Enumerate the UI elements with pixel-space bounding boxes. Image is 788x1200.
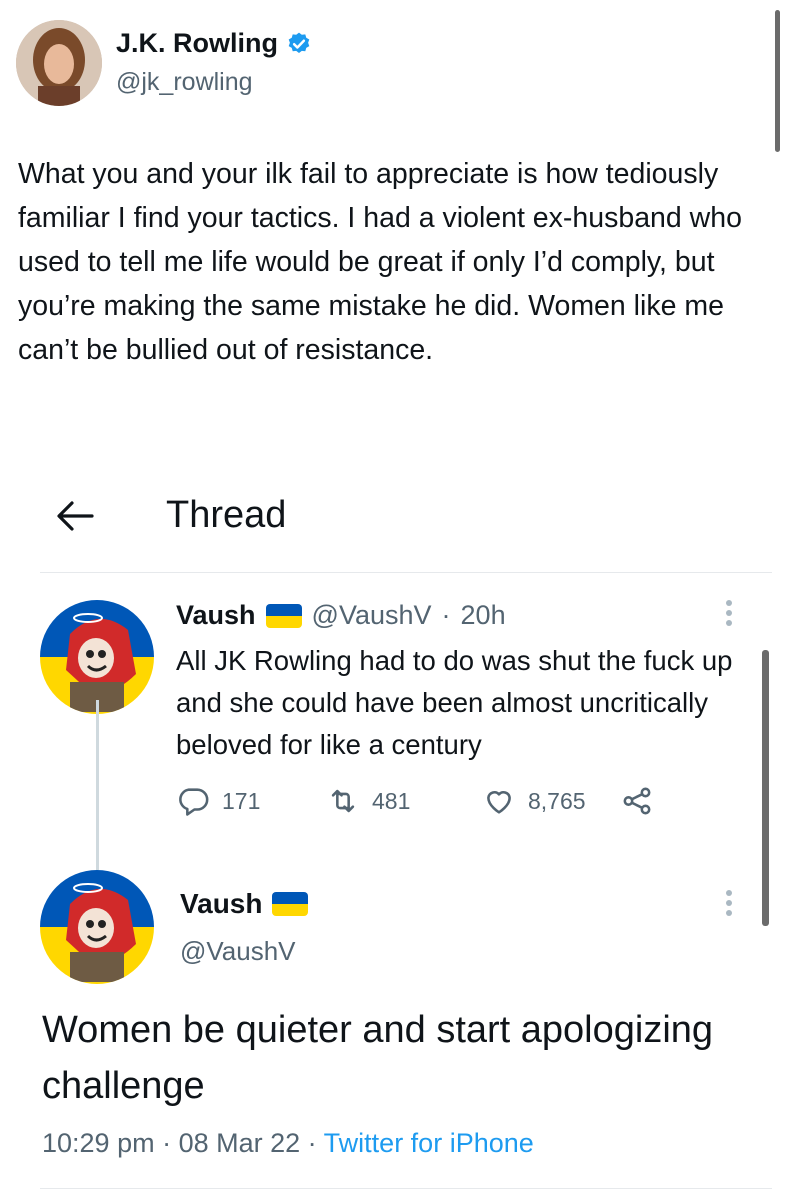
thread-title: Thread [166, 494, 287, 536]
author-name[interactable]: J.K. Rowling [116, 28, 278, 59]
main-tweet-meta: 10:29 pm · 08 Mar 22 · Twitter for iPhon… [42, 1128, 534, 1159]
share-button[interactable] [620, 784, 654, 818]
reply-author-handle[interactable]: @VaushV [312, 600, 432, 631]
reply-text: All JK Rowling had to do was shut the fu… [176, 645, 733, 760]
main-author-name-row: Vaush [180, 888, 309, 920]
tweet-date: 08 Mar 22 [178, 1128, 301, 1158]
reply-header: Vaush @VaushV · 20h [176, 600, 506, 631]
more-options-icon[interactable] [724, 600, 734, 634]
retweet-count: 481 [372, 787, 411, 814]
main-tweet-text: Women be quieter and start apologizing c… [42, 1009, 714, 1107]
reply-button[interactable]: 171 [176, 784, 260, 818]
verified-badge-icon [288, 32, 310, 53]
main-author-name[interactable]: Vaush [180, 888, 262, 920]
author-name-row: J.K. Rowling [116, 28, 312, 59]
retweet-icon [331, 789, 355, 813]
tweet-time: 10:29 pm [42, 1128, 155, 1158]
retweet-button[interactable]: 481 [326, 784, 410, 818]
thread-connector-line [96, 700, 99, 870]
like-button[interactable]: 8,765 [482, 784, 586, 818]
reply-time[interactable]: 20h [461, 600, 506, 631]
tweet-text: What you and your ilk fail to appreciate… [18, 158, 742, 366]
avatar-vaush[interactable] [40, 600, 154, 714]
avatar-vaush[interactable] [40, 870, 154, 984]
scrollbar[interactable] [775, 10, 780, 152]
back-arrow-icon[interactable] [52, 496, 96, 536]
reply-icon [179, 788, 209, 816]
more-options-icon[interactable] [724, 890, 734, 924]
tweet-source-link[interactable]: Twitter for iPhone [324, 1128, 534, 1158]
ukraine-flag-icon [265, 603, 302, 628]
scrollbar[interactable] [762, 650, 769, 926]
ukraine-flag-icon [272, 892, 309, 916]
divider [40, 1188, 772, 1189]
divider [40, 572, 772, 573]
author-handle[interactable]: @jk_rowling [116, 68, 253, 97]
reply-count: 171 [222, 787, 261, 814]
meta-separator: · [300, 1128, 324, 1158]
main-author-handle[interactable]: @VaushV [180, 936, 296, 967]
reply-author-name[interactable]: Vaush [176, 600, 256, 631]
meta-separator: · [154, 1128, 179, 1158]
avatar-jk-rowling[interactable] [16, 20, 102, 106]
heart-icon [487, 791, 511, 814]
share-icon [623, 787, 651, 815]
like-count: 8,765 [528, 787, 586, 814]
meta-separator: · [441, 600, 451, 630]
